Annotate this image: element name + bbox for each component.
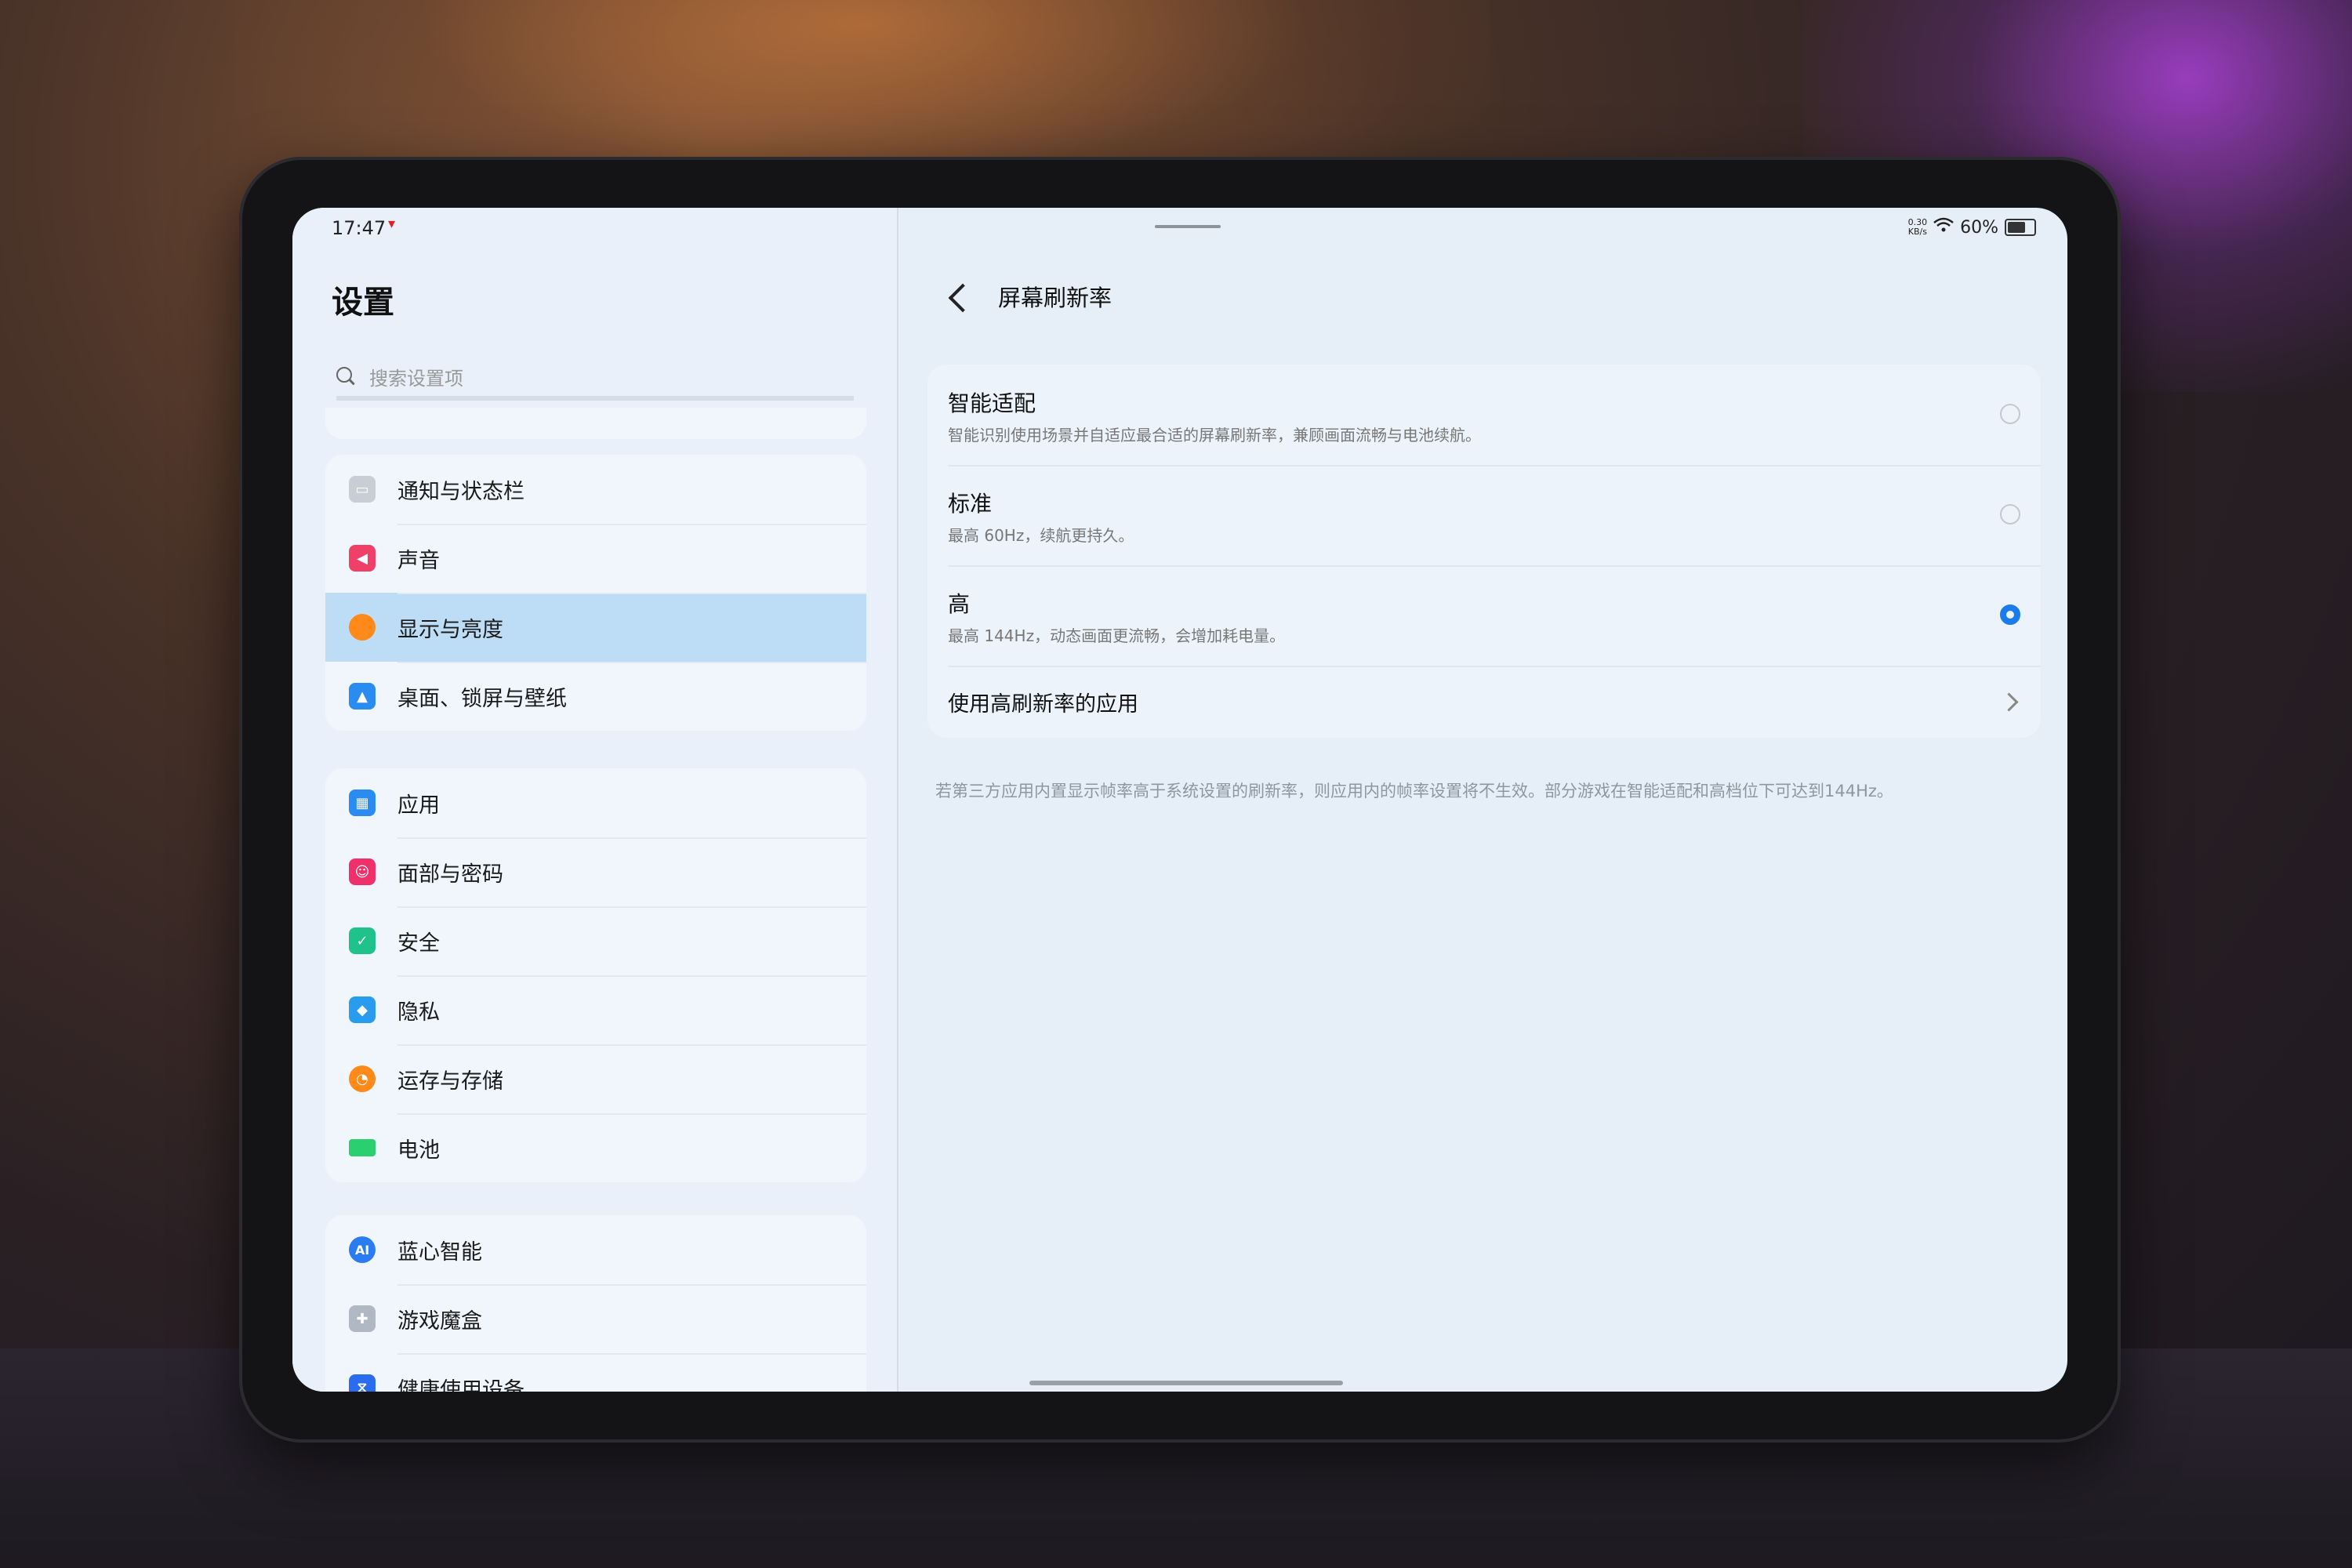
link-label: 使用高刷新率的应用 <box>948 691 1138 717</box>
network-speed: 0.30 KB/s <box>1908 218 1928 237</box>
option-title: 高 <box>948 591 971 617</box>
sidebar-item-label: 通知与状态栏 <box>397 479 524 504</box>
sidebar-item-wallpaper[interactable]: ▲ 桌面、锁屏与壁纸 <box>325 662 866 731</box>
chevron-right-icon <box>1999 692 2019 712</box>
search-icon <box>336 367 355 386</box>
radio-button[interactable] <box>2000 404 2020 424</box>
home-indicator[interactable] <box>1029 1381 1343 1385</box>
sidebar-item-storage[interactable]: ◔ 运存与存储 <box>325 1044 866 1113</box>
sidebar-item-battery[interactable]: 电池 <box>325 1113 866 1182</box>
search-placeholder: 搜索设置项 <box>369 367 463 390</box>
sidebar-item-sound[interactable]: ◀ 声音 <box>325 524 866 593</box>
battery-percent: 60% <box>1960 217 1998 238</box>
settings-sidebar: 设置 搜索设置项 ▭ 通知与状态栏 ◀ 声音 显示与亮度 ▲ 桌面、锁屏与壁纸 … <box>292 208 898 1392</box>
option-smart-adapt[interactable]: 智能适配 智能识别使用场景并自适应最合适的屏幕刷新率，兼顾画面流畅与电池续航。 <box>927 365 2041 465</box>
sidebar-item-label: 隐私 <box>397 1000 440 1025</box>
gamepad-icon: ✚ <box>349 1305 376 1332</box>
wifi-icon <box>1933 217 1954 238</box>
sidebar-item-display[interactable]: 显示与亮度 <box>325 593 866 662</box>
settings-title: 设置 <box>332 285 394 321</box>
network-speed-unit: KB/s <box>1907 227 1927 237</box>
brightness-icon <box>349 614 376 641</box>
notification-icon: ▭ <box>349 476 376 503</box>
sidebar-card-stub <box>325 408 866 439</box>
sidebar-item-label: 游戏魔盒 <box>397 1308 482 1334</box>
notification-dot-icon: ▾ <box>388 216 396 232</box>
apps-icon: ▦ <box>349 789 376 816</box>
sidebar-item-game-box[interactable]: ✚ 游戏魔盒 <box>325 1284 866 1353</box>
sidebar-item-notifications[interactable]: ▭ 通知与状态栏 <box>325 455 866 524</box>
wallpaper-icon: ▲ <box>349 683 376 710</box>
battery-status-icon <box>2005 219 2036 236</box>
sidebar-item-apps[interactable]: ▦ 应用 <box>325 768 866 837</box>
sidebar-item-privacy[interactable]: ◆ 隐私 <box>325 975 866 1044</box>
sidebar-item-label: 运存与存储 <box>397 1069 503 1094</box>
battery-icon <box>349 1139 376 1156</box>
sidebar-group-3: AI 蓝心智能 ✚ 游戏魔盒 ⧖ 健康使用设备 <box>325 1215 866 1392</box>
sidebar-item-label: 声音 <box>397 548 440 573</box>
high-refresh-apps-link[interactable]: 使用高刷新率的应用 <box>927 666 2041 738</box>
sidebar-item-label: 电池 <box>397 1138 440 1163</box>
sidebar-item-label: 应用 <box>397 793 440 818</box>
status-time: 17:47 <box>332 217 387 239</box>
tablet-screen: 设置 搜索设置项 ▭ 通知与状态栏 ◀ 声音 显示与亮度 ▲ 桌面、锁屏与壁纸 … <box>292 208 2067 1392</box>
sidebar-item-label: 桌面、锁屏与壁纸 <box>397 686 567 711</box>
option-description: 最高 60Hz，续航更持久。 <box>948 526 1134 545</box>
option-description: 最高 144Hz，动态画面更流畅，会增加耗电量。 <box>948 626 1286 645</box>
sidebar-item-label: 面部与密码 <box>397 862 503 887</box>
sidebar-item-ai[interactable]: AI 蓝心智能 <box>325 1215 866 1284</box>
storage-icon: ◔ <box>349 1065 376 1092</box>
option-description: 智能识别使用场景并自适应最合适的屏幕刷新率，兼顾画面流畅与电池续航。 <box>948 426 1481 445</box>
tablet-device: 设置 搜索设置项 ▭ 通知与状态栏 ◀ 声音 显示与亮度 ▲ 桌面、锁屏与壁纸 … <box>239 157 2121 1443</box>
search-input[interactable]: 搜索设置项 <box>336 357 854 401</box>
face-icon: ☺ <box>349 858 376 885</box>
sidebar-item-security[interactable]: ✓ 安全 <box>325 906 866 975</box>
radio-button[interactable] <box>2000 504 2020 524</box>
sidebar-item-face-password[interactable]: ☺ 面部与密码 <box>325 837 866 906</box>
refresh-rate-footnote: 若第三方应用内置显示帧率高于系统设置的刷新率，则应用内的帧率设置将不生效。部分游… <box>935 782 1893 800</box>
split-drag-handle[interactable] <box>1155 225 1221 228</box>
sidebar-item-label: 蓝心智能 <box>397 1240 482 1265</box>
radio-button-selected[interactable] <box>2000 604 2020 625</box>
ai-icon: AI <box>349 1236 376 1263</box>
refresh-rate-options: 智能适配 智能识别使用场景并自适应最合适的屏幕刷新率，兼顾画面流畅与电池续航。 … <box>927 365 2041 738</box>
speaker-icon: ◀ <box>349 545 376 572</box>
back-arrow-icon[interactable] <box>948 283 978 313</box>
sidebar-group-1: ▭ 通知与状态栏 ◀ 声音 显示与亮度 ▲ 桌面、锁屏与壁纸 <box>325 455 866 731</box>
page-title: 屏幕刷新率 <box>998 285 1112 311</box>
hourglass-icon: ⧖ <box>349 1374 376 1392</box>
sidebar-group-2: ▦ 应用 ☺ 面部与密码 ✓ 安全 ◆ 隐私 ◔ 运存与存储 电池 <box>325 768 866 1182</box>
option-high[interactable]: 高 最高 144Hz，动态画面更流畅，会增加耗电量。 <box>927 565 2041 666</box>
option-title: 智能适配 <box>948 390 1036 416</box>
option-title: 标准 <box>948 491 993 517</box>
sidebar-item-label: 健康使用设备 <box>397 1377 524 1392</box>
status-indicators: 0.30 KB/s 60% <box>1908 217 2036 238</box>
shield-icon: ✓ <box>349 927 376 954</box>
sidebar-item-label: 安全 <box>397 931 440 956</box>
option-standard[interactable]: 标准 最高 60Hz，续航更持久。 <box>927 465 2041 565</box>
sidebar-item-label: 显示与亮度 <box>397 617 503 642</box>
privacy-icon: ◆ <box>349 996 376 1023</box>
sidebar-item-healthy-use[interactable]: ⧖ 健康使用设备 <box>325 1353 866 1392</box>
